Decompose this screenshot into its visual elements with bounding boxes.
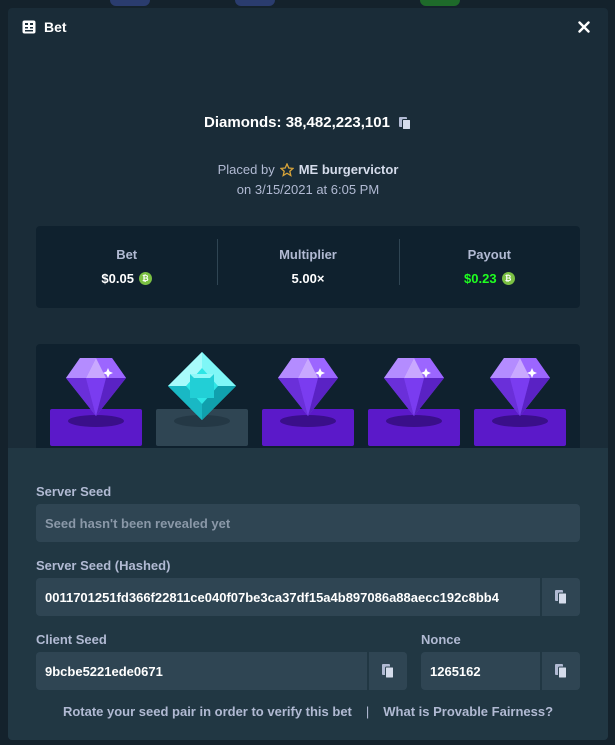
purple-diamond-icon bbox=[66, 358, 126, 416]
purple-diamond-icon bbox=[384, 358, 444, 416]
stat-value: $0.05 ₿ bbox=[101, 271, 152, 286]
bet-date: on 3/15/2021 at 6:05 PM bbox=[236, 182, 380, 197]
server-seed-field[interactable]: Seed hasn't been revealed yet bbox=[36, 504, 580, 542]
modal-title: Bet bbox=[44, 19, 67, 35]
gem-slot bbox=[156, 344, 248, 456]
stat-value: $0.23 ₿ bbox=[464, 271, 515, 286]
gem-slot bbox=[474, 344, 566, 456]
server-seed-placeholder: Seed hasn't been revealed yet bbox=[45, 515, 231, 531]
purple-diamond-icon bbox=[278, 358, 338, 416]
client-seed-label: Client Seed bbox=[36, 632, 107, 647]
gems-result bbox=[36, 344, 580, 456]
client-seed-field[interactable]: 9bcbe5221ede0671 bbox=[36, 652, 407, 690]
client-seed-value: 9bcbe5221ede0671 bbox=[45, 663, 163, 679]
placed-by-prefix: Placed by bbox=[217, 162, 275, 177]
stat-value-text: $0.23 bbox=[464, 270, 497, 286]
backdrop-gem-hint bbox=[420, 0, 460, 6]
purple-diamond-icon bbox=[490, 358, 550, 416]
bet-modal: Bet Diamonds: 38,482,223,101 Placed by M… bbox=[8, 8, 608, 740]
star-icon bbox=[279, 162, 294, 177]
link-separator: | bbox=[365, 704, 370, 719]
bet-amount-text: Diamonds: 38,482,223,101 bbox=[204, 114, 390, 131]
server-seed-hashed-label: Server Seed (Hashed) bbox=[36, 558, 171, 573]
stat-value-text: $0.05 bbox=[101, 270, 134, 286]
gem-slot bbox=[262, 344, 354, 456]
copy-button[interactable] bbox=[540, 652, 580, 690]
backdrop-gem-hint bbox=[235, 0, 275, 6]
bet-summary: Diamonds: 38,482,223,101 Placed by ME bu… bbox=[8, 46, 608, 486]
copy-button[interactable] bbox=[367, 652, 407, 690]
gem-slot bbox=[368, 344, 460, 456]
fairness-section: Server Seed Seed hasn't been revealed ye… bbox=[8, 448, 608, 740]
server-seed-hashed-value: 0011701251fd366f22811ce040f07be3ca37df15… bbox=[45, 589, 499, 605]
bitcoin-icon: ₿ bbox=[501, 271, 515, 285]
gem-slot bbox=[50, 344, 142, 456]
stat-label: Payout bbox=[467, 246, 511, 262]
close-icon[interactable] bbox=[578, 21, 590, 33]
stat-value: 5.00× bbox=[292, 271, 325, 286]
stat-payout: Payout $0.23 ₿ bbox=[398, 238, 580, 288]
username-link[interactable]: ME burgervictor bbox=[299, 162, 399, 177]
backdrop-gem-hint bbox=[110, 0, 150, 6]
bitcoin-icon: ₿ bbox=[138, 271, 152, 285]
bet-stats: Bet $0.05 ₿ Multiplier 5.00× Payout $0.2… bbox=[36, 226, 580, 308]
rotate-seed-link[interactable]: Rotate your seed pair in order to verify… bbox=[63, 704, 352, 719]
copy-button[interactable] bbox=[540, 578, 580, 616]
copy-icon bbox=[382, 664, 394, 679]
bet-amount-line: Diamonds: 38,482,223,101 bbox=[8, 114, 608, 131]
copy-icon bbox=[555, 664, 567, 679]
server-seed-label: Server Seed bbox=[36, 484, 112, 499]
server-seed-hashed-field[interactable]: 0011701251fd366f22811ce040f07be3ca37df15… bbox=[36, 578, 580, 616]
stat-multiplier: Multiplier 5.00× bbox=[217, 238, 398, 288]
footer-links: Rotate your seed pair in order to verify… bbox=[8, 704, 608, 719]
stat-bet: Bet $0.05 ₿ bbox=[36, 247, 217, 288]
stat-value-text: 5.00× bbox=[291, 270, 325, 286]
modal-header: Bet bbox=[8, 8, 608, 46]
provable-fairness-link[interactable]: What is Provable Fairness? bbox=[383, 704, 553, 719]
stat-label: Multiplier bbox=[279, 246, 337, 262]
close-button[interactable] bbox=[574, 17, 594, 37]
stat-label: Bet bbox=[116, 246, 138, 262]
nonce-label: Nonce bbox=[421, 632, 461, 647]
copy-icon[interactable] bbox=[398, 116, 412, 130]
nonce-field[interactable]: 1265162 bbox=[421, 652, 580, 690]
placed-by-line: Placed by ME burgervictor bbox=[8, 162, 608, 177]
cyan-diamond-icon bbox=[168, 352, 236, 420]
bet-receipt-icon bbox=[22, 20, 36, 34]
nonce-value: 1265162 bbox=[430, 663, 481, 679]
copy-icon bbox=[555, 590, 567, 605]
